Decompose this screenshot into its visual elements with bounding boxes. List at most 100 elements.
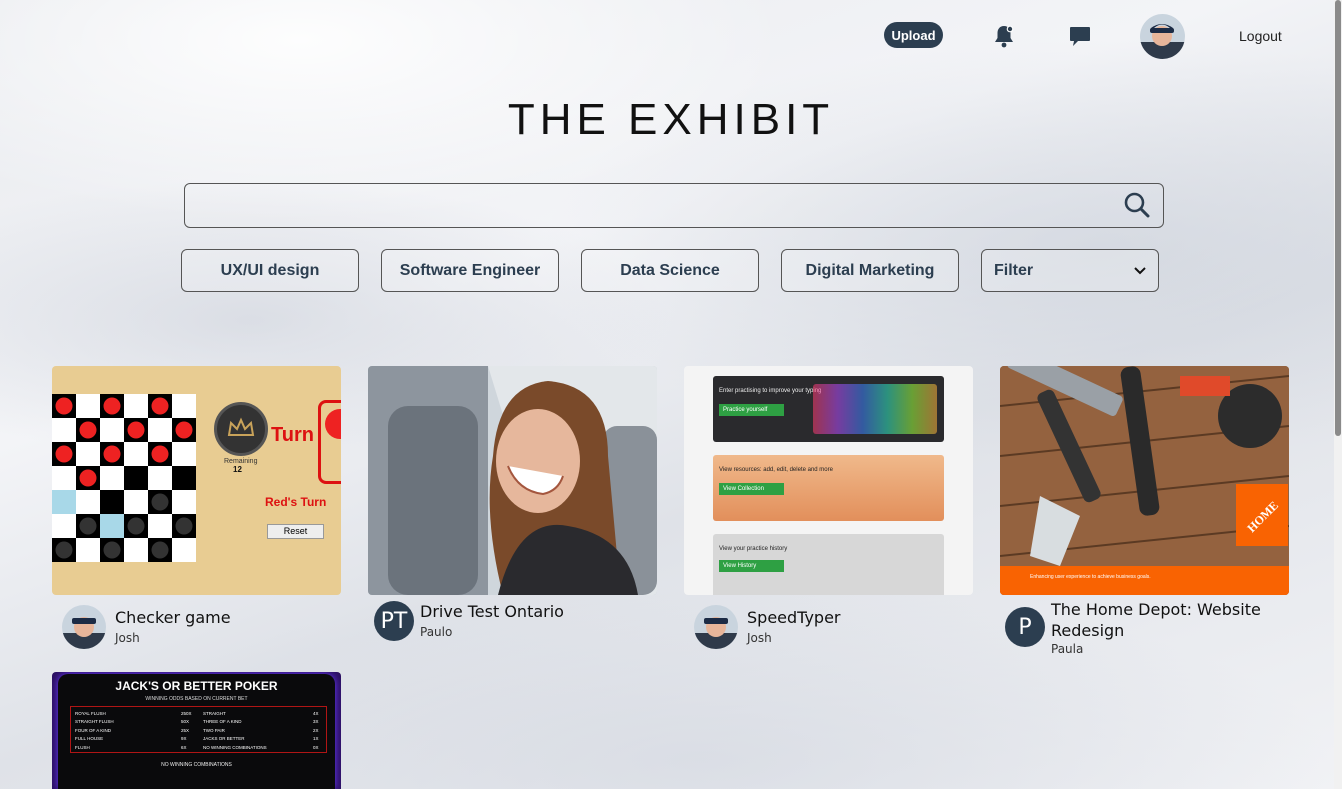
author-avatar[interactable]: P (1005, 607, 1045, 647)
project-title[interactable]: The Home Depot: Website Redesign (1051, 599, 1281, 641)
author-avatar[interactable] (694, 605, 738, 649)
poker-footer: NO WINNING COMBINATIONS (161, 762, 232, 768)
poker-odds-cell: 25X (181, 727, 190, 733)
reset-button: Reset (267, 524, 324, 539)
poker-odds-cell: 250X (181, 711, 192, 716)
search-input[interactable] (185, 184, 1099, 227)
project-author: Josh (115, 631, 140, 645)
logout-link[interactable]: Logout (1239, 28, 1282, 44)
turn-text: Turn (271, 424, 314, 446)
practice-panel: Enter practising to improve your typing … (713, 376, 944, 442)
board-square (148, 418, 172, 442)
turn-indicator (318, 400, 341, 484)
black-piece (151, 493, 169, 511)
upload-button[interactable]: Upload (884, 22, 943, 48)
poker-odds-cell: 50X (181, 719, 190, 725)
board-square (52, 490, 76, 514)
chat-icon[interactable] (1066, 22, 1094, 50)
board-square (100, 490, 124, 514)
board-square (172, 466, 196, 490)
board-square (52, 418, 76, 442)
poker-panel: JACK'S OR BETTER POKER WINNING ODDS BASE… (58, 674, 335, 789)
search-icon[interactable] (1123, 191, 1151, 219)
board-square (124, 394, 148, 418)
black-piece (151, 541, 169, 559)
board-square (100, 466, 124, 490)
category-digital-marketing-button[interactable]: Digital Marketing (781, 249, 959, 292)
author-avatar[interactable] (62, 605, 106, 649)
poker-odds-table: ROYAL FLUSH 250X STRAIGHT 4X STRAIGHT FLUSH 5… (70, 706, 327, 753)
poker-odds-cell: STRAIGHT FLUSH (75, 719, 114, 725)
poker-odds-cell: NO WINNING COMBINATIONS (203, 744, 267, 750)
collection-panel: View resources: add, edit, delete and mo… (713, 455, 944, 521)
red-piece (127, 421, 145, 439)
collection-button: View Collection (719, 483, 784, 495)
board-square (172, 442, 196, 466)
category-data-science-button[interactable]: Data Science (581, 249, 759, 292)
project-thumbnail-home-depot[interactable]: HOME Enhancing user experience to achiev… (1000, 366, 1289, 595)
board-square (172, 490, 196, 514)
red-piece (55, 445, 73, 463)
black-piece (79, 517, 97, 535)
site-title: THE EXHIBIT (507, 95, 835, 144)
poker-odds-cell: ROYAL FLUSH (75, 711, 106, 716)
reds-turn-text: Red's Turn (265, 495, 327, 509)
project-thumbnail-poker[interactable]: JACK'S OR BETTER POKER WINNING ODDS BASE… (52, 672, 341, 789)
black-piece (55, 541, 73, 559)
project-thumbnail-drive-test[interactable] (368, 366, 657, 595)
category-ux-ui-design-button[interactable]: UX/UI design (181, 249, 359, 292)
crown-icon (214, 402, 268, 456)
practice-button: Practice yourself (719, 404, 784, 416)
history-panel-text: View your practice history (719, 546, 788, 552)
project-thumbnail-speedtyper[interactable]: Enter practising to improve your typing … (684, 366, 973, 595)
black-piece (103, 541, 121, 559)
project-title[interactable]: Checker game (115, 608, 231, 627)
red-piece (103, 445, 121, 463)
board-square (76, 394, 100, 418)
board-square (100, 418, 124, 442)
author-avatar[interactable]: PT (374, 601, 414, 641)
board-square (76, 538, 100, 562)
board-square (76, 442, 100, 466)
project-thumbnail-checker-game[interactable]: Remaining 12 Turn Red's Turn Reset (52, 366, 341, 595)
collection-panel-text: View resources: add, edit, delete and mo… (719, 467, 833, 473)
remaining-label: Remaining (224, 458, 258, 465)
page-scrollbar[interactable] (1334, 0, 1342, 789)
poker-odds-cell: FLUSH (75, 744, 90, 750)
board-square (52, 466, 76, 490)
project-title[interactable]: SpeedTyper (747, 608, 840, 627)
search-bar[interactable] (184, 183, 1164, 228)
board-square (172, 538, 196, 562)
remaining-value: 12 (233, 465, 242, 474)
poker-odds-cell: STRAIGHT (203, 711, 226, 716)
red-piece (175, 421, 193, 439)
red-piece (79, 469, 97, 487)
user-avatar[interactable] (1140, 14, 1185, 59)
board-square (100, 514, 124, 538)
poker-odds-cell: THREE OF A KIND (203, 719, 242, 725)
board-square (172, 394, 196, 418)
red-piece (151, 445, 169, 463)
poker-odds-cell: 6X (181, 744, 187, 750)
board-square (52, 514, 76, 538)
red-piece (79, 421, 97, 439)
poker-odds-cell: 9X (181, 736, 187, 742)
project-title[interactable]: Drive Test Ontario (420, 602, 564, 621)
poker-odds-cell: 1X (313, 736, 319, 742)
history-button: View History (719, 560, 784, 572)
chevron-down-icon (1134, 262, 1146, 280)
poker-odds-cell: JACKS OR BETTER (203, 736, 245, 742)
board-square (124, 466, 148, 490)
filter-select[interactable]: Filter (981, 249, 1159, 292)
red-piece (55, 397, 73, 415)
poker-odds-cell: TWO PAIR (203, 727, 225, 733)
category-software-engineer-button[interactable]: Software Engineer (381, 249, 559, 292)
project-author: Paula (1051, 642, 1084, 656)
history-panel: View your practice history View History (713, 534, 944, 595)
bell-icon[interactable] (990, 22, 1018, 50)
home-depot-tagline: Enhancing user experience to achieve bus… (1030, 574, 1151, 580)
project-author: Paulo (420, 625, 453, 639)
filter-selected-value: Filter (994, 261, 1034, 279)
scrollbar-thumb[interactable] (1335, 0, 1341, 436)
poker-odds-cell: 0X (313, 744, 319, 750)
